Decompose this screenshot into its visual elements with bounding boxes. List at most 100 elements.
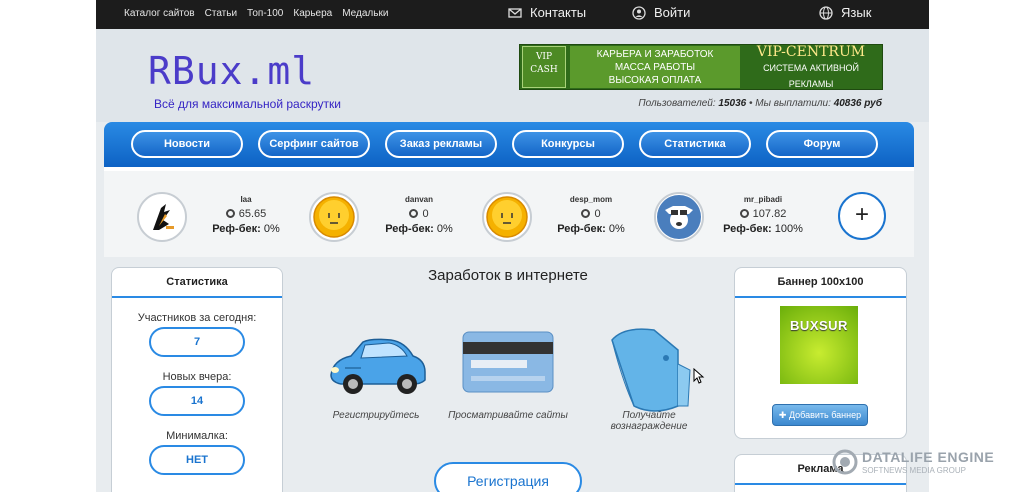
referral-name[interactable]: mr_pibadi: [722, 195, 804, 204]
referral-refback: Реф-бек: 100%: [722, 223, 804, 235]
banner-vip-cash: VIP CASH: [522, 46, 566, 88]
step-browse-pic: [443, 320, 573, 410]
wallet-icon: [611, 328, 691, 412]
step-reward-pic: [584, 320, 714, 412]
banner-text: КАРЬЕРА И ЗАРАБОТОК МАССА РАБОТЫ ВЫСОКАЯ…: [570, 46, 740, 88]
referral-info-2: danvan 0 Реф-бек: 0%: [378, 195, 460, 235]
globe-icon: [819, 5, 833, 20]
datalife-watermark: DATALIFE ENGINE SOFTNEWS MEDIA GROUP: [832, 447, 1012, 477]
banner-panel-title: Баннер 100x100: [735, 268, 906, 298]
referrals-strip: Iaa 65.65 Реф-бек: 0% danvan 0 Реф-бек: …: [104, 167, 914, 257]
referral-balance: 107.82: [722, 208, 804, 220]
nav-forum[interactable]: Форум: [766, 130, 878, 158]
language-link[interactable]: Язык: [819, 5, 871, 20]
nav-surfing[interactable]: Серфинг сайтов: [258, 130, 370, 158]
top-nav-career[interactable]: Карьера: [293, 8, 332, 19]
coin-icon: [739, 209, 749, 218]
users-label: Пользователей:: [638, 98, 716, 109]
add-banner-label: Добавить баннер: [788, 410, 862, 420]
top-nav: Каталог сайтов Статьи Топ-100 Карьера Ме…: [124, 8, 388, 19]
page: Каталог сайтов Статьи Топ-100 Карьера Ме…: [96, 0, 929, 492]
site-stats: Пользователей: 15036 • Мы выплатили: 408…: [638, 98, 882, 109]
user-circle-icon: [632, 5, 646, 20]
refback-value: 0%: [436, 223, 453, 235]
banner-brand: VIP-CENTRUM СИСТЕМА АКТИВНОЙ РЕКЛАМЫ: [740, 42, 882, 92]
referral-balance: 0: [378, 208, 460, 220]
refback-label: Реф-бек:: [212, 223, 261, 235]
referral-refback: Реф-бек: 0%: [205, 223, 287, 235]
refback-label: Реф-бек:: [557, 223, 606, 235]
main-nav: Новости Серфинг сайтов Заказ рекламы Кон…: [104, 122, 914, 167]
step-register-caption: Регистрируйтесь: [332, 410, 420, 421]
add-referral-button[interactable]: +: [838, 192, 886, 240]
datalife-logo-icon: [832, 449, 858, 475]
refback-label: Реф-бек:: [723, 223, 772, 235]
earnings-title: Заработок в интернете: [428, 267, 588, 284]
language-label: Язык: [841, 5, 872, 20]
step-register-pic: [311, 320, 441, 410]
referral-balance-value: 107.82: [752, 208, 787, 220]
banner-line1: КАРЬЕРА И ЗАРАБОТОК: [596, 49, 714, 60]
nav-statistics[interactable]: Статистика: [639, 130, 751, 158]
buxsur-banner[interactable]: BUXSUR: [780, 306, 858, 384]
site-logo[interactable]: RBux.ml: [148, 49, 315, 93]
banner-brand-sub: СИСТЕМА АКТИВНОЙ РЕКЛАМЫ: [763, 63, 859, 89]
refback-value: 0%: [263, 223, 280, 235]
watermark-title: DATALIFE ENGINE: [862, 449, 995, 465]
referral-avatar-3[interactable]: [482, 192, 532, 242]
stat-value-minimum: НЕТ: [149, 445, 245, 475]
stat-label-yesterday: Новых вчера:: [162, 371, 232, 383]
top-nav-top100[interactable]: Топ-100: [247, 8, 283, 19]
stats-panel: Статистика Участников за сегодня: 7 Новы…: [111, 267, 283, 492]
hand-avatar-icon: [140, 195, 184, 239]
referral-avatar-2[interactable]: [309, 192, 359, 242]
referral-name[interactable]: Iaa: [205, 195, 287, 204]
step-browse-caption: Просматривайте сайты: [448, 410, 568, 421]
nav-news[interactable]: Новости: [131, 130, 243, 158]
step-browse: Просматривайте сайты: [443, 320, 573, 421]
referral-avatar-1[interactable]: [137, 192, 187, 242]
banner-panel: Баннер 100x100 BUXSUR ✚ Добавить баннер: [734, 267, 907, 439]
users-value: 15036: [718, 98, 747, 109]
banner-line3: ВЫСОКАЯ ОПЛАТА: [608, 75, 702, 86]
step-register: Регистрируйтесь: [311, 320, 441, 421]
smiley-avatar-icon: [313, 196, 355, 238]
referral-balance: 65.65: [205, 208, 287, 220]
referral-info-3: desp_mom 0 Реф-бек: 0%: [550, 195, 632, 235]
paid-label: • Мы выплатили:: [749, 98, 831, 109]
top-bar: Каталог сайтов Статьи Топ-100 Карьера Ме…: [96, 0, 929, 29]
top-nav-articles[interactable]: Статьи: [205, 8, 237, 19]
paid-value: 40836 руб: [833, 98, 882, 109]
refback-label: Реф-бек:: [385, 223, 434, 235]
nav-contests[interactable]: Конкурсы: [512, 130, 624, 158]
top-nav-medals[interactable]: Медальки: [342, 8, 388, 19]
watermark-subtitle: SOFTNEWS MEDIA GROUP: [862, 466, 967, 475]
coin-icon: [409, 209, 419, 218]
referral-name[interactable]: desp_mom: [550, 195, 632, 204]
contacts-link[interactable]: Контакты: [508, 5, 586, 20]
header-banner[interactable]: VIP CASH КАРЬЕРА И ЗАРАБОТОК МАССА РАБОТ…: [519, 44, 883, 90]
add-banner-button[interactable]: ✚ Добавить баннер: [772, 404, 868, 426]
refback-value: 100%: [774, 223, 803, 235]
stat-value-yesterday: 14: [149, 386, 245, 416]
referral-info-4: mr_pibadi 107.82 Реф-бек: 100%: [722, 195, 804, 235]
stat-label-today: Участников за сегодня:: [137, 312, 257, 324]
login-link[interactable]: Войти: [632, 5, 690, 20]
referral-balance-value: 65.65: [238, 208, 267, 220]
site-slogan: Всё для максимальной раскрутки: [154, 97, 341, 111]
referral-name[interactable]: danvan: [378, 195, 460, 204]
credit-card-icon: [462, 331, 554, 393]
coin-icon: [225, 209, 235, 218]
referral-refback: Реф-бек: 0%: [378, 223, 460, 235]
login-label: Войти: [654, 5, 691, 20]
referral-balance: 0: [550, 208, 632, 220]
referral-balance-value: 0: [422, 208, 429, 220]
mouse-cursor-icon: [693, 368, 705, 384]
nav-order-ads[interactable]: Заказ рекламы: [385, 130, 497, 158]
register-button[interactable]: Регистрация: [434, 462, 582, 492]
referral-avatar-4[interactable]: [654, 192, 704, 242]
referral-balance-value: 0: [594, 208, 601, 220]
top-nav-catalog[interactable]: Каталог сайтов: [124, 8, 195, 19]
stats-panel-title: Статистика: [112, 268, 282, 298]
stat-value-today: 7: [149, 327, 245, 357]
